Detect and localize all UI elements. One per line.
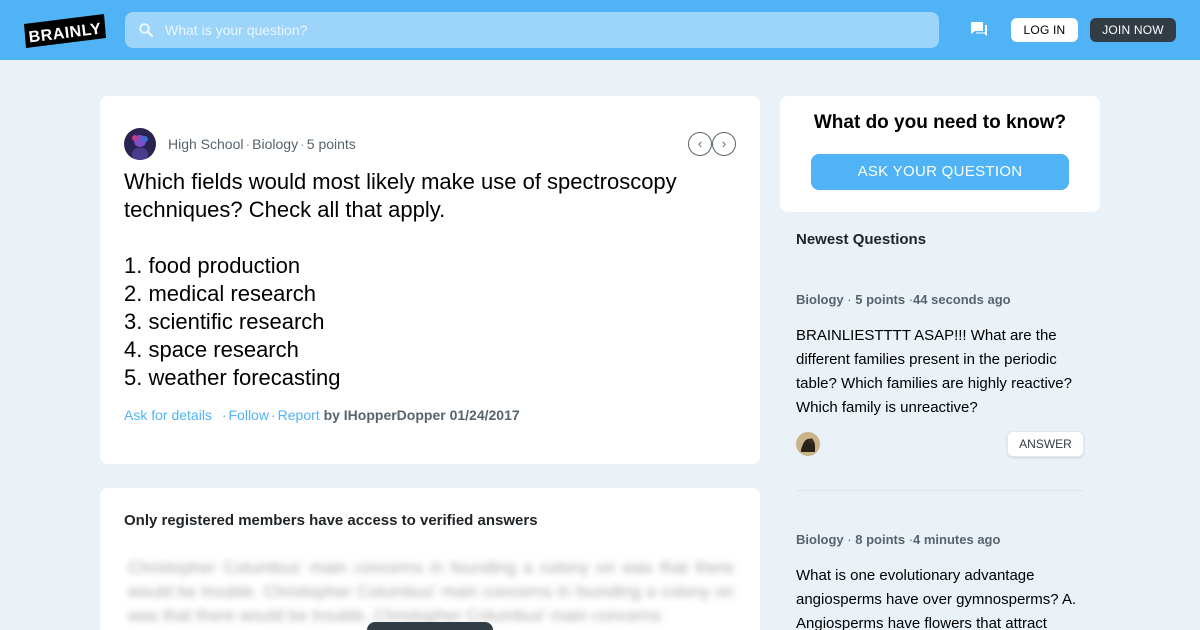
- option-item: 3. scientific research: [124, 309, 325, 334]
- author-link[interactable]: IHopperDopper: [344, 407, 446, 423]
- blurred-answer: Christopher Columbus' main concerns in f…: [128, 558, 734, 625]
- top-bar: BRAINLY What is your question? LOG IN JO…: [0, 0, 1200, 60]
- option-item: 1. food production: [124, 253, 301, 278]
- question-meta: High School · Biology · 5 points: [168, 136, 356, 152]
- answer-button[interactable]: ANSWER: [1007, 431, 1084, 457]
- question-date: 01/24/2017: [449, 407, 520, 423]
- registered-notice: Only registered members have access to v…: [124, 512, 538, 529]
- ask-for-details-link[interactable]: Ask for details: [124, 407, 212, 423]
- level-link[interactable]: High School: [168, 136, 244, 152]
- report-link[interactable]: Report: [278, 407, 320, 423]
- question-actions: Ask for details · Follow · Report by IHoppe…: [124, 407, 520, 423]
- unlock-answer-button[interactable]: [367, 622, 493, 630]
- newest-question-text[interactable]: BRAINLIESTTTT ASAP!!! What are the diffe…: [796, 324, 1086, 420]
- time-label: 4 minutes ago: [913, 532, 1001, 547]
- subject-link[interactable]: Biology: [796, 292, 844, 307]
- join-now-button[interactable]: JOIN NOW: [1090, 18, 1176, 42]
- search-bar[interactable]: What is your question?: [125, 12, 939, 48]
- next-question-button[interactable]: ›: [712, 132, 736, 156]
- by-label: by: [323, 407, 340, 423]
- chat-icon[interactable]: [970, 21, 988, 38]
- ask-question-card: What do you need to know? ASK YOUR QUEST…: [780, 96, 1100, 212]
- login-button[interactable]: LOG IN: [1011, 18, 1078, 42]
- option-item: 2. medical research: [124, 281, 316, 306]
- points-label: 5 points: [306, 136, 356, 152]
- divider: [796, 490, 1084, 491]
- question-title-line: Which fields would most likely make use …: [124, 169, 677, 194]
- list-item: Biology · 8 points ·4 minutes ago What i…: [796, 532, 1084, 630]
- follow-link[interactable]: Follow: [229, 407, 269, 423]
- question-body: Which fields would most likely make use …: [124, 168, 744, 392]
- points-label: 8 points: [855, 532, 906, 547]
- subject-link[interactable]: Biology: [252, 136, 298, 152]
- ask-question-button[interactable]: ASK YOUR QUESTION: [811, 154, 1069, 190]
- search-input[interactable]: What is your question?: [165, 12, 307, 48]
- subject-link[interactable]: Biology: [796, 532, 844, 547]
- newest-question-meta: Biology · 8 points ·4 minutes ago: [796, 532, 1001, 547]
- question-card: High School · Biology · 5 points ‹ › Which f…: [100, 96, 760, 464]
- question-title-line: techniques? Check all that apply.: [124, 197, 446, 222]
- points-label: 5 points: [855, 292, 906, 307]
- time-label: 44 seconds ago: [913, 292, 1011, 307]
- answer-card: Only registered members have access to v…: [100, 488, 760, 630]
- option-item: 5. weather forecasting: [124, 365, 341, 390]
- previous-question-button[interactable]: ‹: [688, 132, 712, 156]
- newest-question-text[interactable]: What is one evolutionary advantage angio…: [796, 564, 1086, 630]
- list-item: Biology · 5 points ·44 seconds ago BRAIN…: [796, 292, 1084, 457]
- avatar[interactable]: [796, 432, 820, 456]
- avatar[interactable]: [124, 128, 156, 160]
- brainly-logo[interactable]: BRAINLY: [24, 14, 106, 48]
- newest-questions-heading: Newest Questions: [796, 231, 927, 248]
- ask-card-title: What do you need to know?: [813, 112, 1067, 133]
- newest-question-meta: Biology · 5 points ·44 seconds ago: [796, 292, 1011, 307]
- option-item: 4. space research: [124, 337, 299, 362]
- search-icon: [139, 23, 154, 38]
